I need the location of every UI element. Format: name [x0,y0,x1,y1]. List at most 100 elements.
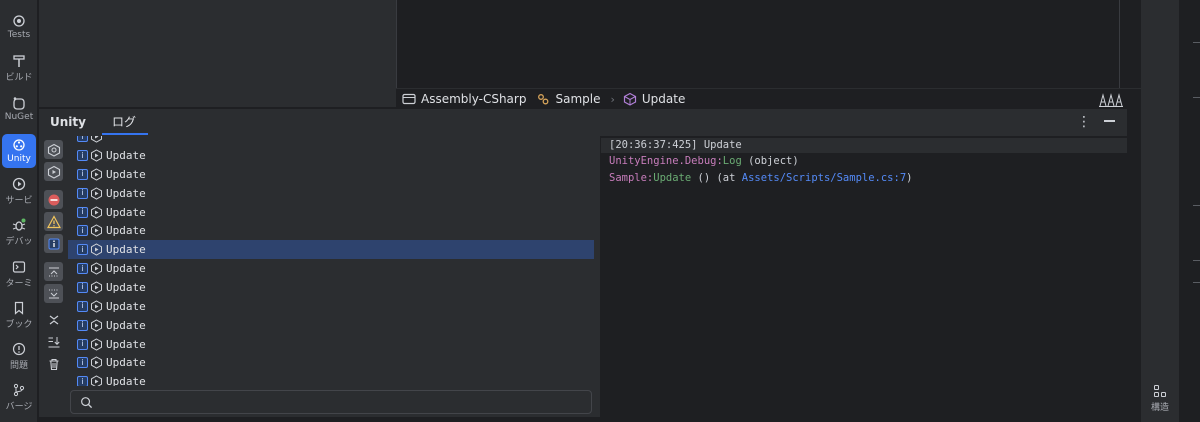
log-row[interactable]: i Update [68,240,594,260]
log-message: Update [106,375,146,386]
left-tool-strip: Tests ビルド NuGet Unity サービ デバッ ターミ ブック 問題… [0,0,38,422]
error-filter-button[interactable] [44,190,63,209]
info-icon: i [77,150,88,161]
stack-location-suffix: ) [906,172,913,184]
tab-log[interactable]: ログ [101,109,149,135]
services-icon [12,177,26,190]
log-row[interactable]: i Update [68,203,594,222]
nuget-icon [13,97,25,110]
sidebar-item-vcs[interactable]: バージ [2,379,36,415]
assembly-icon [402,93,416,105]
sidebar-item-tests[interactable]: Tests [2,9,36,45]
search-input[interactable] [99,395,579,409]
divider [1193,282,1200,283]
status-bar-edge [39,417,1141,422]
log-message: Update [106,299,146,313]
info-filter-button[interactable] [44,234,63,253]
sidebar-item-debug[interactable]: デバッ [2,214,36,250]
log-row-partial[interactable]: i [68,136,594,146]
unity-icon [13,139,25,151]
log-list[interactable]: i i Update i Update i Update i Update i Update i Up… [68,136,594,386]
log-row[interactable]: i Update [68,221,594,240]
sidebar-item-bookmarks[interactable]: ブック [2,297,36,333]
sidebar-item-nuget[interactable]: NuGet [2,91,36,127]
font-size-icon[interactable] [1099,92,1123,107]
play-mode-icon [91,243,102,256]
collapse-icon [49,315,58,324]
stack-frame-2: Sample:Update () (at Assets/Scripts/Samp… [609,172,912,184]
structure-icon [1154,384,1166,397]
breadcrumb: Assembly-CSharp Sample › Update [396,88,1141,109]
tool-window-header: Unity ログ ⋮ [39,109,1127,135]
collapse-all-button[interactable] [44,310,63,329]
log-details-pane: [20:36:37:425] Update UnityEngine.Debug:… [601,136,1127,422]
info-icon: i [77,206,88,218]
log-row[interactable]: i Update [68,297,594,316]
sidebar-item-unity[interactable]: Unity [2,134,36,168]
sidebar-item-label: サービ [5,195,33,206]
sidebar-item-services[interactable]: サービ [2,173,36,209]
editor-area[interactable] [396,0,1141,88]
play-mode-icon [91,224,102,237]
minimize-icon[interactable] [1104,120,1115,122]
breadcrumb-class[interactable]: Sample [536,92,600,106]
sidebar-item-label: ターミ [5,278,33,289]
align-bottom-icon [48,289,59,298]
log-message: Update [106,280,146,294]
log-search-box[interactable] [70,390,592,414]
warning-filter-button[interactable] [44,212,63,231]
play-mode-icon [91,262,102,275]
play-mode-icon [91,375,102,386]
divider [1193,205,1200,206]
play-mode-icon [91,281,102,294]
refresh-filter-button[interactable] [44,140,63,159]
log-row[interactable]: i Update [68,316,594,335]
log-message: Update [106,356,146,370]
log-message: Update [106,318,146,332]
log-row[interactable]: i Update [68,372,594,386]
autoscroll-button[interactable] [44,332,63,351]
warning-icon [46,214,61,228]
collapse-bottom-button[interactable] [44,284,63,303]
log-row[interactable]: i Update [68,165,594,184]
play-mode-icon [91,168,102,181]
collapse-top-button[interactable] [44,262,63,281]
sidebar-item-structure[interactable]: 構造 [1143,380,1177,416]
stack-method: Log [722,155,742,167]
source-link[interactable]: Assets/Scripts/Sample.cs:7 [742,172,906,184]
log-row[interactable]: i Update [68,353,594,372]
breadcrumb-method[interactable]: Update [623,92,685,106]
log-row[interactable]: i Update [68,278,594,297]
log-row[interactable]: i Update [68,335,594,354]
sidebar-item-problems[interactable]: 問題 [2,338,36,374]
sidebar-item-terminal[interactable]: ターミ [2,256,36,292]
class-icon [538,94,549,105]
chevron-right-icon: › [610,92,615,106]
log-row[interactable]: i Update [68,259,594,278]
sidebar-item-label: Unity [7,154,31,164]
play-mode-icon [91,187,102,200]
more-options-icon[interactable]: ⋮ [1077,114,1091,130]
align-top-icon [48,267,59,276]
divider [1193,97,1200,98]
stack-args: (object) [741,155,799,167]
sidebar-item-build[interactable]: ビルド [2,50,36,86]
play-filter-button[interactable] [44,162,63,181]
divider [1193,42,1200,43]
stack-namespace: UnityEngine.Debug: [609,155,723,167]
error-icon [48,194,59,205]
stack-class: Sample: [609,172,654,184]
right-edge-strip [1179,0,1200,422]
breadcrumb-assembly[interactable]: Assembly-CSharp [402,92,526,106]
clear-log-button[interactable] [44,354,63,373]
breadcrumb-label: Update [641,92,686,106]
debug-icon [12,218,26,231]
breadcrumb-label: Sample [555,92,601,106]
trash-icon [49,358,58,370]
log-row[interactable]: i Update [68,184,594,203]
log-detail-header: [20:36:37:425] Update [601,138,1127,153]
vcs-icon [13,383,25,396]
play-mode-icon [91,337,102,351]
info-icon: i [77,357,88,369]
log-row[interactable]: i Update [68,146,594,165]
